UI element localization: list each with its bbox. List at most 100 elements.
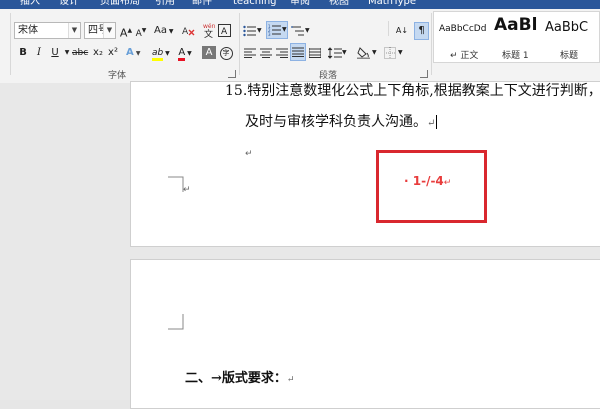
align-center-icon [260, 48, 272, 58]
shrink-font-button[interactable]: A▼ [134, 22, 148, 40]
highlight-label: ab [152, 48, 164, 61]
paragraph-group-label: 段落 [319, 71, 338, 81]
paint-bucket-icon [357, 47, 370, 59]
style-heading-1[interactable]: AaBl 标题 1 [490, 12, 542, 62]
section-heading-text: 二、→版式要求： [185, 371, 287, 386]
show-marks-button[interactable]: ¶ [414, 22, 429, 40]
corner-mark-icon [168, 176, 184, 192]
bullets-button[interactable]: ▼ [243, 22, 263, 40]
align-right-button[interactable] [275, 44, 289, 62]
tab-references[interactable]: 引用 [155, 0, 175, 8]
shading-button[interactable]: ▼ [357, 44, 379, 62]
phonetic-guide-button[interactable]: wén 文 [202, 21, 216, 39]
style-title[interactable]: AaBbC 标题 [542, 12, 600, 62]
font-color-button[interactable]: A ▼ [178, 44, 192, 62]
section-heading: 二、→版式要求：↵ [185, 370, 294, 388]
style-normal[interactable]: AaBbCcDd ↵ 正文 [434, 12, 490, 62]
paragraph-mark-icon: ↵ [245, 149, 253, 159]
italic-button[interactable]: I [32, 44, 46, 62]
superscript-button[interactable]: x² [106, 44, 120, 62]
style-title-name: 标题 [560, 51, 579, 61]
clear-format-button[interactable]: A [180, 22, 196, 40]
distributed-button[interactable] [308, 44, 322, 62]
highlight-box [376, 150, 487, 223]
char-shading-button[interactable]: A [202, 46, 216, 59]
chevron-down-icon: ▼ [282, 26, 287, 33]
style-normal-preview: AaBbCcDd [439, 24, 487, 34]
style-title-preview: AaBbC [545, 20, 589, 35]
paragraph-mark-icon: ↵ [427, 118, 436, 129]
highlight-button[interactable]: ab ▼ [152, 44, 170, 62]
style-heading-1-name: 标题 1 [502, 51, 529, 61]
numbering-button[interactable]: 123 ▼ [266, 21, 288, 39]
tab-mailings[interactable]: 邮件 [192, 0, 212, 8]
align-left-icon [244, 48, 256, 58]
chevron-down-icon: ▼ [257, 27, 262, 34]
phonetic-guide-icon: wén 文 [203, 23, 216, 38]
svg-text:wén: wén [203, 23, 216, 30]
char-border-icon: A [218, 24, 231, 37]
text-effects-label: A [126, 47, 134, 58]
justify-button[interactable] [290, 43, 306, 61]
borders-icon [384, 47, 396, 59]
body-line-1: 15.特别注意数理化公式上下角标,根据教案上下文进行判断，判 [225, 83, 600, 99]
style-heading-1-preview: AaBl [494, 15, 538, 35]
tab-layout[interactable]: 页面布局 [100, 0, 140, 8]
borders-button[interactable]: ▼ [384, 44, 406, 62]
tab-design[interactable]: 设计 [59, 0, 79, 8]
bullet-list-icon [243, 25, 256, 37]
multilevel-list-button[interactable]: ▼ [291, 22, 311, 40]
chevron-down-icon: ▼ [305, 27, 310, 34]
tab-insert[interactable]: 插入 [20, 0, 40, 8]
numbered-list-icon: 123 [268, 24, 281, 36]
svg-text:A: A [221, 27, 228, 37]
sort-button[interactable]: A↓ [395, 22, 409, 40]
enclose-char-label: 字 [219, 47, 233, 60]
multilevel-list-icon [291, 26, 304, 36]
strikethrough-button[interactable]: abc [72, 44, 88, 62]
group-separator [431, 13, 432, 75]
line-spacing-button[interactable]: ▼ [328, 44, 348, 62]
tab-mathtype[interactable]: MathType [368, 0, 416, 8]
font-size-combo[interactable]: 四号 ▼ [84, 22, 116, 39]
style-normal-name: ↵ 正文 [450, 51, 479, 61]
chevron-down-icon: ▼ [342, 49, 347, 56]
page-2[interactable]: 二、→版式要求：↵ [130, 259, 600, 409]
svg-text:文: 文 [204, 28, 213, 38]
distributed-icon [309, 48, 321, 58]
corner-mark-icon [168, 314, 184, 330]
font-group-label: 字体 [108, 71, 127, 81]
toolbar-divider [388, 21, 389, 36]
font-dialog-launcher-icon[interactable] [228, 70, 236, 78]
group-separator [10, 13, 11, 75]
align-center-button[interactable] [259, 44, 273, 62]
chevron-down-icon: ▼ [372, 49, 377, 56]
change-case-button[interactable]: Aa ▼ [154, 22, 174, 40]
bold-button[interactable]: B [16, 44, 30, 62]
document-area[interactable]: 15.特别注意数理化公式上下角标,根据教案上下文进行判断，判 及时与审核学科负责… [0, 81, 600, 409]
group-separator [239, 13, 240, 75]
tab-view[interactable]: 视图 [329, 0, 349, 8]
page-1[interactable]: 15.特别注意数理化公式上下角标,根据教案上下文进行判断，判 及时与审核学科负责… [130, 81, 600, 247]
body-line-2-text: 及时与审核学科负责人沟通。 [245, 114, 427, 130]
align-left-button[interactable] [243, 44, 257, 62]
justify-icon [292, 47, 304, 57]
paragraph-dialog-launcher-icon[interactable] [420, 70, 428, 78]
enclose-char-button[interactable]: 字 [219, 44, 233, 62]
chevron-down-icon[interactable]: ▼ [68, 23, 80, 38]
text-effects-button[interactable]: A ▼ [126, 44, 140, 62]
svg-text:A: A [182, 27, 189, 37]
line-spacing-icon [328, 47, 342, 59]
font-name-combo[interactable]: 宋体 ▼ [14, 22, 81, 39]
body-line-2: 及时与审核学科负责人沟通。↵ [245, 113, 438, 131]
change-case-label: Aa [154, 25, 167, 36]
tab-teaching[interactable]: teaching [233, 0, 277, 8]
styles-gallery: AaBbCcDd ↵ 正文 AaBl 标题 1 AaBbC 标题 [433, 11, 600, 63]
subscript-button[interactable]: x₂ [91, 44, 105, 62]
chevron-down-icon[interactable]: ▼ [103, 23, 115, 38]
char-border-button[interactable]: A [218, 22, 232, 40]
tab-review[interactable]: 审阅 [290, 0, 310, 8]
ribbon-tabs: 插入 设计 页面布局 引用 邮件 teaching 审阅 视图 MathType [0, 0, 600, 9]
paragraph-mark-icon: ↵ [183, 185, 191, 195]
grow-font-button[interactable]: A▲ [119, 22, 133, 40]
